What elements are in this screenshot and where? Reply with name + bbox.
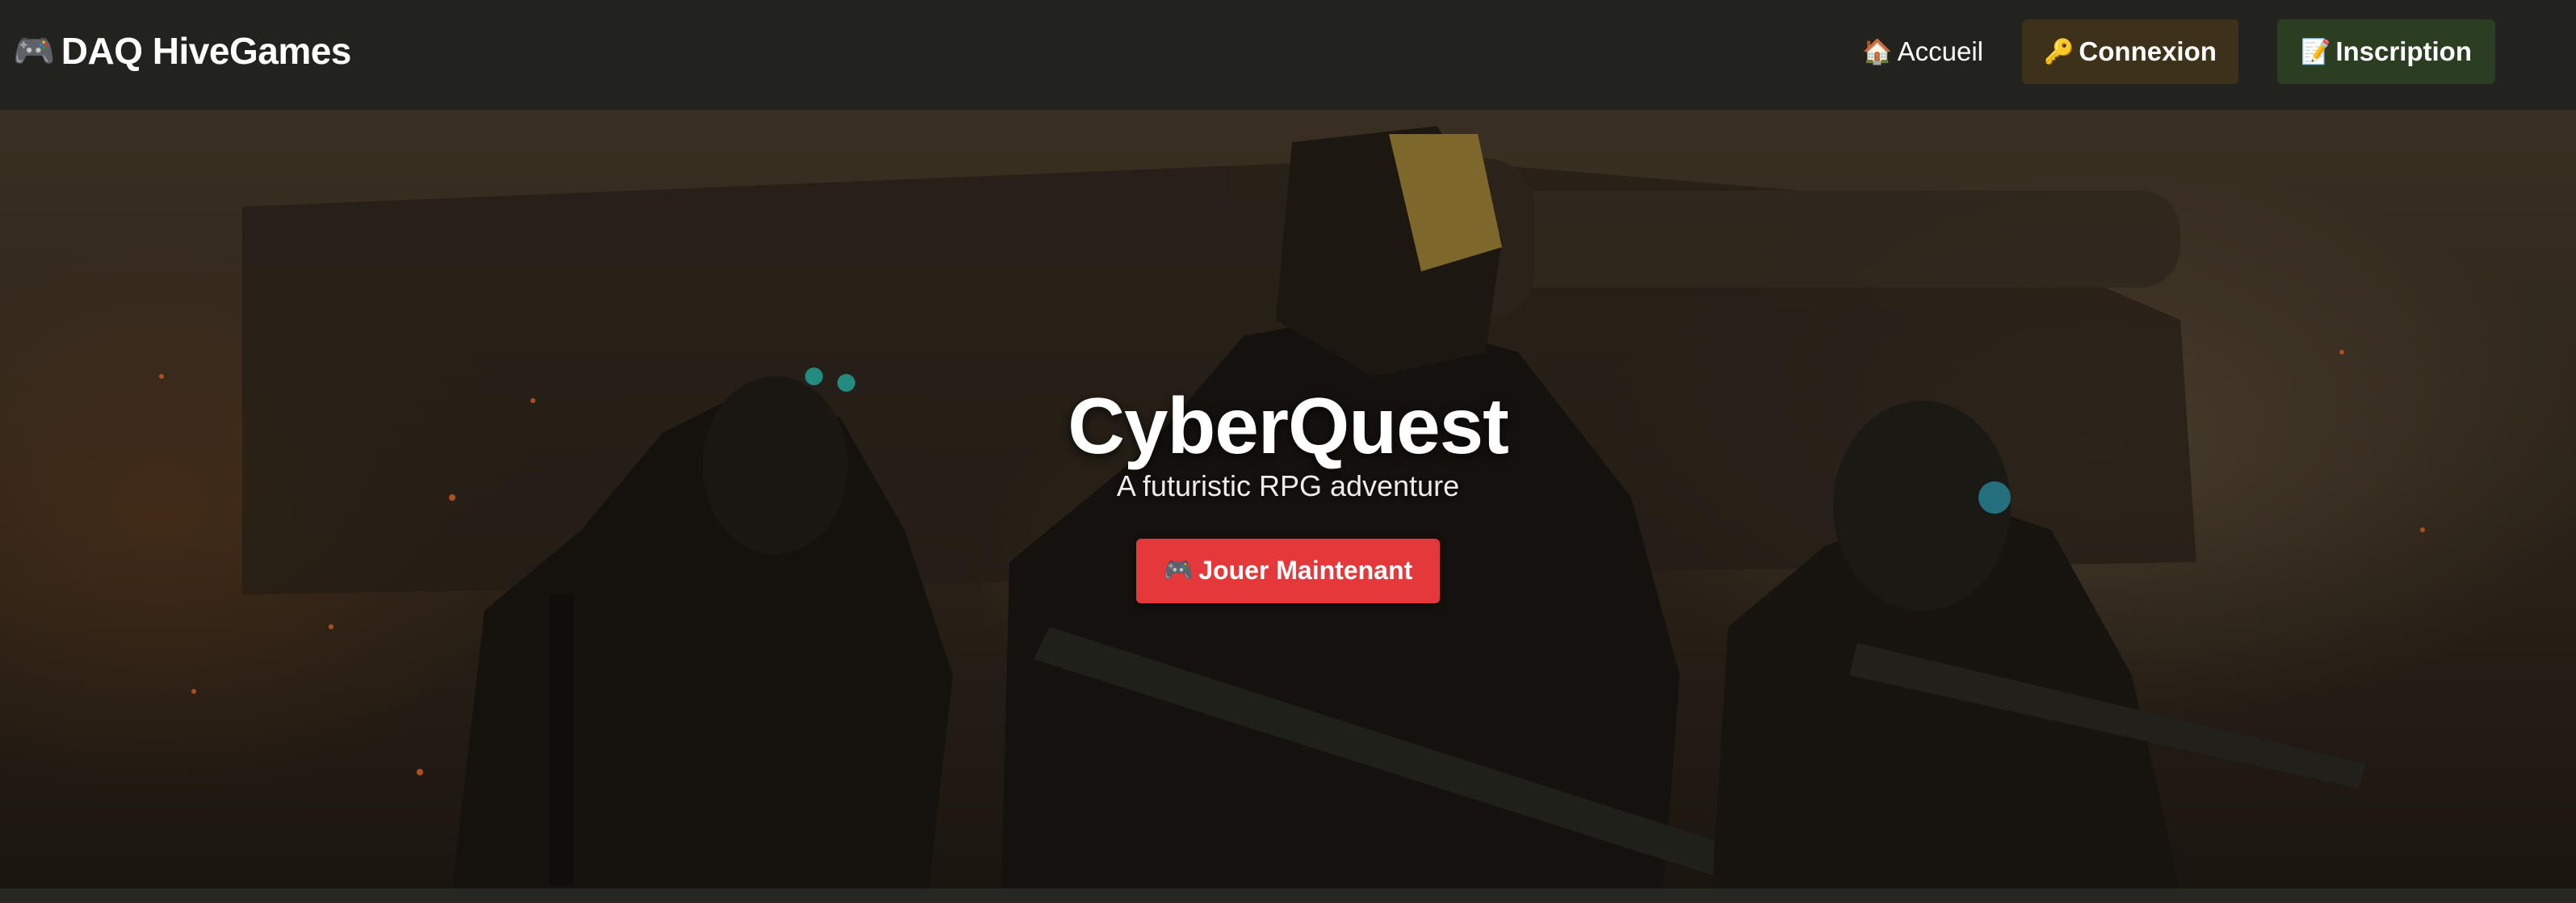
- nav-home-link[interactable]: 🏠 Accueil: [1843, 19, 2003, 84]
- signup-label: Inscription: [2335, 36, 2473, 66]
- signup-button[interactable]: 📝 Inscription: [2277, 19, 2495, 84]
- play-now-label: Jouer Maintenant: [1198, 556, 1413, 586]
- gamepad-icon: 🎮: [13, 31, 55, 70]
- house-icon: 🏠: [1862, 37, 1893, 66]
- brand-name: DAQ HiveGames: [61, 30, 352, 72]
- hero-subtitle: A futuristic RPG adventure: [1116, 468, 1460, 502]
- login-label: Connexion: [2079, 36, 2217, 66]
- login-button[interactable]: 🔑 Connexion: [2022, 19, 2238, 84]
- hero-content: CyberQuest A futuristic RPG adventure 🎮 …: [0, 384, 2576, 603]
- gamepad-icon: 🎮: [1163, 556, 1194, 586]
- nav-home-label: Accueil: [1897, 36, 1983, 66]
- bottom-strip: [0, 888, 2576, 903]
- brand-logo-link[interactable]: 🎮 DAQ HiveGames: [13, 29, 351, 73]
- memo-icon: 📝: [2300, 37, 2331, 66]
- play-now-button[interactable]: 🎮 Jouer Maintenant: [1136, 538, 1440, 603]
- nav-links: 🏠 Accueil 🔑 Connexion 📝 Inscription: [1843, 19, 2495, 84]
- top-navbar: 🎮 DAQ HiveGames 🏠 Accueil 🔑 Connexion 📝 …: [0, 0, 2576, 110]
- hero-title: CyberQuest: [1068, 381, 1509, 470]
- key-icon: 🔑: [2044, 37, 2075, 66]
- hero-banner: CyberQuest A futuristic RPG adventure 🎮 …: [0, 110, 2576, 888]
